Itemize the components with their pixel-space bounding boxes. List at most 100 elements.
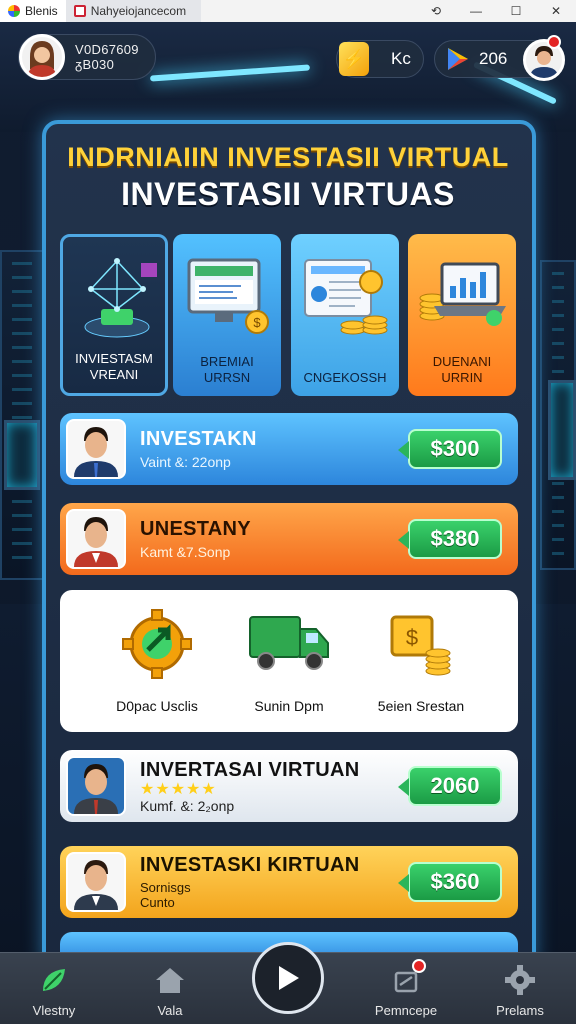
- coin-counter[interactable]: ⚡ Kc: [336, 40, 424, 78]
- feature-card: D0pac Usclis Sunin Dpm $ 5eien Srestan: [60, 590, 518, 732]
- man-portrait-icon: [74, 517, 118, 567]
- category-tile-1[interactable]: INVIESTASM VREANI: [60, 234, 168, 396]
- investor-avatar: [66, 852, 126, 912]
- svg-text:$: $: [406, 625, 418, 650]
- price-button[interactable]: 2060: [398, 766, 502, 806]
- feature-item[interactable]: $ 5eien Srestan: [356, 604, 486, 714]
- tab-title: Blenis: [25, 4, 58, 18]
- man-portrait-icon: [74, 860, 118, 910]
- investment-row-1[interactable]: INVESTAKN Vaint &: 22onp $300: [60, 413, 518, 485]
- document-coins-icon: [304, 259, 388, 335]
- computer-chart-icon: $: [187, 258, 269, 334]
- row-text: INVERTASAI VIRTUAN ★★★★★ Kumf. &: 2₂onp: [140, 759, 408, 814]
- price-button[interactable]: $380: [398, 519, 502, 559]
- play-icon: [279, 966, 299, 990]
- investment-row-2[interactable]: UNESTANY Kamt &7.Sonp $380: [60, 503, 518, 575]
- investor-avatar: [66, 756, 126, 816]
- tab-url[interactable]: Nahyeiojancecom: [65, 0, 201, 22]
- investment-row-3[interactable]: INVERTASAI VIRTUAN ★★★★★ Kumf. &: 2₂onp …: [60, 750, 518, 822]
- investor-avatar: [66, 419, 126, 479]
- gem-counter[interactable]: 206: [434, 35, 565, 81]
- nav-label: Vala: [157, 1003, 183, 1018]
- row-text: INVESTAKN Vaint &: 22onp: [140, 428, 408, 470]
- coin-label: Kc: [391, 49, 411, 68]
- price-button[interactable]: $360: [398, 862, 502, 902]
- green-leaf-icon: [43, 969, 65, 991]
- man-portrait-icon: [74, 764, 118, 814]
- coin-icon: ⚡: [339, 42, 369, 76]
- wall-monitor: [4, 420, 40, 490]
- feature-item[interactable]: Sunin Dpm: [224, 604, 354, 714]
- row-subtitle: Kumf. &: 2₂onp: [140, 797, 235, 814]
- row-subtitle-line1: Sornisgs: [140, 880, 191, 895]
- svg-text:$: $: [253, 315, 261, 330]
- page-icon: [73, 5, 86, 17]
- tile-label-line1: DUENANI: [432, 354, 492, 369]
- row-subtitle: Kamt &7.Sonp: [140, 544, 231, 560]
- close-button[interactable]: ✕: [536, 0, 576, 22]
- laptop-chart-icon: [419, 262, 506, 326]
- tile-label-line2: URRSN: [203, 370, 251, 385]
- woman-portrait-icon: [28, 41, 56, 77]
- wall-monitor: [548, 380, 576, 480]
- nav-label: Prelams: [496, 1003, 544, 1018]
- feature-label: 5eien Srestan: [377, 698, 465, 714]
- truck-icon: [249, 616, 329, 670]
- gem-value: 206: [479, 49, 508, 68]
- nav-item-settings[interactable]: Prelams: [470, 963, 570, 1018]
- nav-item-home[interactable]: Vala: [120, 963, 220, 1018]
- row-title: INVESTAKN: [140, 428, 257, 450]
- maximize-button[interactable]: ☐: [496, 0, 536, 22]
- rating-stars: ★★★★★: [140, 780, 217, 798]
- refresh-icon[interactable]: ⟲: [416, 0, 456, 22]
- row-text: UNESTANY Kamt &7.Sonp: [140, 518, 408, 560]
- row-title: INVERTASAI VIRTUAN: [140, 758, 360, 781]
- investor-avatar: [66, 509, 126, 569]
- tile-label-line1: CNGEKOSSH: [303, 370, 387, 385]
- server-rack: [0, 250, 44, 580]
- play-button[interactable]: [252, 942, 324, 1014]
- category-tile-2[interactable]: $ BREMIAI URRSN: [173, 234, 281, 396]
- notification-badge: [412, 959, 426, 973]
- window-controls: ⟲ — ☐ ✕: [416, 0, 576, 22]
- gear-arrow-icon: [122, 609, 192, 679]
- panel-subtitle: INVESTASII VIRTUAS: [121, 176, 455, 212]
- tile-label-line2: VREANI: [89, 367, 139, 382]
- gear-icon: [505, 965, 535, 995]
- category-tile-4[interactable]: DUENANI URRIN: [408, 234, 516, 396]
- man-portrait-icon: [74, 427, 118, 477]
- player-avatar[interactable]: [19, 34, 65, 80]
- nav-label: Vlestny: [32, 1003, 76, 1018]
- feature-label: D0pac Usclis: [116, 698, 198, 714]
- profile-card[interactable]: V0D67609 ᵹB030: [18, 34, 156, 80]
- minimize-button[interactable]: —: [456, 0, 496, 22]
- profile-id: V0D67609: [75, 42, 139, 57]
- feature-item[interactable]: D0pac Usclis: [92, 604, 222, 714]
- price-button[interactable]: $300: [398, 429, 502, 469]
- home-icon: [156, 968, 184, 993]
- tile-label-line1: BREMIAI: [200, 354, 254, 369]
- row-title: UNESTANY: [140, 518, 251, 540]
- investment-row-4[interactable]: INVESTASKI KIRTUAN Sornisgs Cunto $360: [60, 846, 518, 918]
- gold-coins-icon: $: [390, 615, 451, 676]
- tab-url-text: Nahyeiojancecom: [90, 4, 187, 18]
- hologram-network-icon: [84, 258, 157, 338]
- tab-active[interactable]: Blenis: [0, 0, 66, 22]
- play-store-icon: [448, 48, 468, 70]
- tile-label-line1: INVIESTASM: [75, 351, 153, 366]
- tile-label-line2: URRIN: [441, 370, 483, 385]
- profile-value: ᵹB030: [75, 57, 115, 72]
- nav-item-home-leaf[interactable]: Vlestny: [4, 963, 104, 1018]
- row-title: INVESTASKI KIRTUAN: [140, 854, 360, 876]
- panel-title: INDRNIAIIN INVESTASII VIRTUAL: [67, 142, 509, 172]
- profile-info: V0D67609 ᵹB030: [75, 42, 139, 72]
- category-tile-3[interactable]: CNGEKOSSH: [291, 234, 399, 396]
- feature-label: Sunin Dpm: [254, 698, 324, 714]
- notification-badge: [547, 35, 561, 49]
- row-subtitle: Vaint &: 22onp: [140, 454, 231, 470]
- app-icon: [8, 5, 20, 17]
- nav-label: Pemncepe: [374, 1003, 438, 1018]
- nav-item-shop[interactable]: Pemncepe: [356, 959, 456, 1018]
- window-titlebar: Blenis Nahyeiojancecom ⟲ — ☐ ✕: [0, 0, 576, 22]
- row-subtitle-line2: Cunto: [140, 895, 175, 910]
